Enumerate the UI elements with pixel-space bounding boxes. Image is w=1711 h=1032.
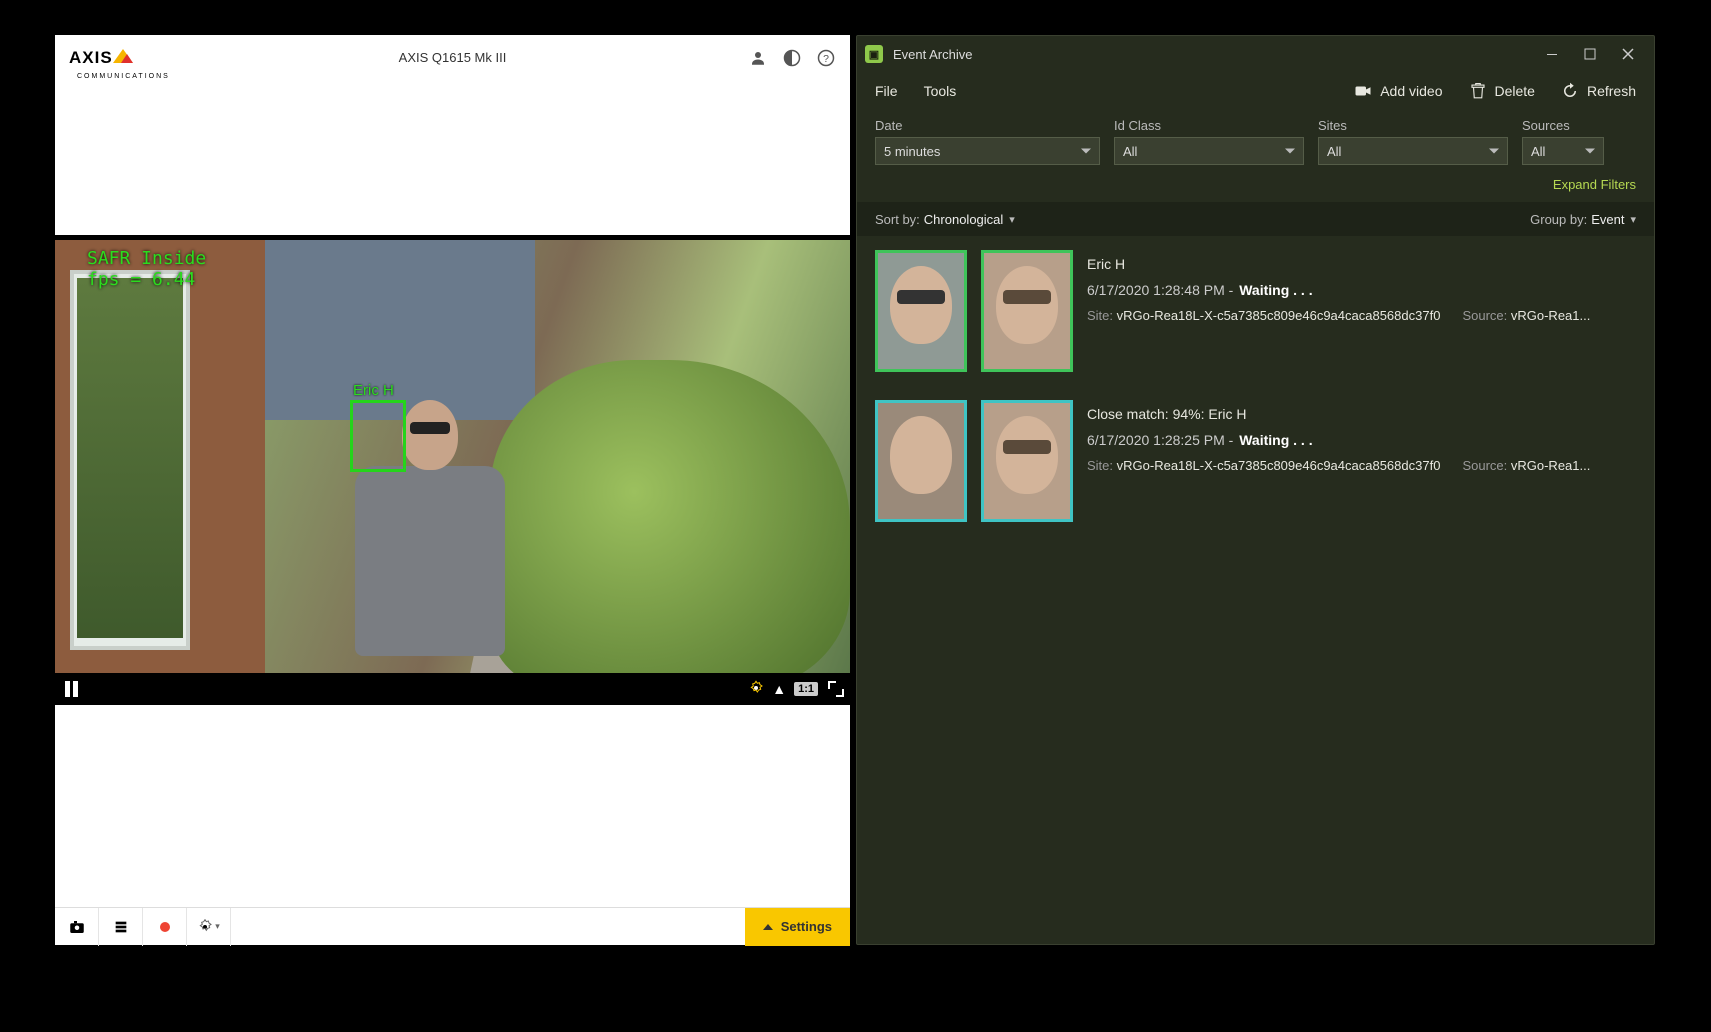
- menubar: File Tools Add video Delete Refresh: [857, 72, 1654, 110]
- minimize-button[interactable]: [1536, 40, 1568, 68]
- sort-by-value[interactable]: Chronological: [924, 212, 1004, 227]
- filter-date-label: Date: [875, 118, 1100, 133]
- event-source-key: Source:: [1462, 308, 1507, 323]
- filter-row: Date 5 minutes Id Class All Sites All So…: [857, 110, 1654, 169]
- event-thumbnail-reference[interactable]: [981, 400, 1073, 522]
- axis-blank-top: [55, 80, 850, 235]
- help-icon[interactable]: ?: [816, 48, 836, 68]
- live-video-feed[interactable]: Eric H SAFR Inside fps = 6.44: [55, 240, 850, 673]
- event-title: Eric H: [1087, 256, 1636, 272]
- video-controls-bar: ▲ 1:1: [55, 673, 850, 705]
- pause-button[interactable]: [61, 677, 82, 701]
- axis-logo-subtext: COMMUNICATIONS: [77, 73, 170, 80]
- camera-model-title: AXIS Q1615 Mk III: [399, 50, 507, 65]
- fullscreen-icon[interactable]: [828, 681, 844, 697]
- filter-idclass-label: Id Class: [1114, 118, 1304, 133]
- filter-date-dropdown[interactable]: 5 minutes: [875, 137, 1100, 165]
- scene-door-glass: [77, 278, 183, 638]
- add-video-button[interactable]: Add video: [1354, 82, 1442, 100]
- chevron-up-icon: [763, 924, 773, 930]
- refresh-button[interactable]: Refresh: [1561, 82, 1636, 100]
- user-icon[interactable]: [748, 48, 768, 68]
- filter-sources: Sources All: [1522, 118, 1604, 165]
- sort-by-label: Sort by:: [875, 212, 920, 227]
- event-title: Close match: 94%: Eric H: [1087, 406, 1636, 422]
- axis-logo: AXIS: [69, 48, 133, 68]
- menu-file[interactable]: File: [875, 83, 898, 99]
- menu-tools[interactable]: Tools: [924, 83, 957, 99]
- stream-settings-icon[interactable]: [748, 680, 764, 699]
- axis-camera-panel: AXIS COMMUNICATIONS AXIS Q1615 Mk III ?: [55, 35, 850, 945]
- event-thumbnail-captured[interactable]: [875, 400, 967, 522]
- scene-foliage: [490, 360, 850, 673]
- expand-up-icon[interactable]: ▲: [772, 681, 786, 697]
- filter-idclass: Id Class All: [1114, 118, 1304, 165]
- axis-footer-bar: ▾ Settings: [55, 907, 850, 945]
- delete-button[interactable]: Delete: [1469, 82, 1535, 100]
- filter-date: Date 5 minutes: [875, 118, 1100, 165]
- event-source-key: Source:: [1462, 458, 1507, 473]
- axis-header: AXIS COMMUNICATIONS AXIS Q1615 Mk III ?: [55, 35, 850, 80]
- chevron-down-icon[interactable]: ▾: [1630, 213, 1636, 226]
- filter-sources-label: Sources: [1522, 118, 1604, 133]
- event-timestamp: 6/17/2020 1:28:48 PM -: [1087, 282, 1233, 298]
- filter-sites-dropdown[interactable]: All: [1318, 137, 1508, 165]
- event-archive-window: ▣ Event Archive File Tools Add vi: [856, 35, 1655, 945]
- window-titlebar[interactable]: ▣ Event Archive: [857, 36, 1654, 72]
- filter-sites-label: Sites: [1318, 118, 1508, 133]
- event-source-value: vRGo-Rea1...: [1511, 458, 1590, 473]
- svg-text:?: ?: [823, 52, 829, 64]
- close-button[interactable]: [1612, 40, 1644, 68]
- sort-bar: Sort by: Chronological ▾ Group by: Event…: [857, 202, 1654, 236]
- filter-sites: Sites All: [1318, 118, 1508, 165]
- face-detection-label: Eric H: [353, 382, 394, 399]
- gear-button[interactable]: ▾: [187, 908, 231, 946]
- zoom-ratio-badge[interactable]: 1:1: [794, 682, 818, 696]
- record-icon: [160, 922, 170, 932]
- event-site-key: Site:: [1087, 308, 1113, 323]
- record-button[interactable]: [143, 908, 187, 946]
- event-row[interactable]: Close match: 94%: Eric H 6/17/2020 1:28:…: [875, 400, 1636, 522]
- add-video-label: Add video: [1380, 83, 1442, 99]
- contrast-icon[interactable]: [782, 48, 802, 68]
- event-thumbnail-captured[interactable]: [875, 250, 967, 372]
- event-list: Eric H 6/17/2020 1:28:48 PM - Waiting . …: [857, 236, 1654, 944]
- window-title: Event Archive: [893, 47, 973, 62]
- event-site-value: vRGo-Rea18L-X-c5a7385c809e46c9a4caca8568…: [1117, 308, 1441, 323]
- video-container: Eric H SAFR Inside fps = 6.44 ▲ 1:1: [55, 235, 850, 705]
- filter-sources-dropdown[interactable]: All: [1522, 137, 1604, 165]
- expand-filters-link[interactable]: Expand Filters: [857, 169, 1654, 202]
- delete-label: Delete: [1495, 83, 1535, 99]
- refresh-label: Refresh: [1587, 83, 1636, 99]
- event-status: Waiting . . .: [1239, 282, 1312, 298]
- scene-building-mid: [265, 240, 535, 420]
- event-site-value: vRGo-Rea18L-X-c5a7385c809e46c9a4caca8568…: [1117, 458, 1441, 473]
- event-timestamp: 6/17/2020 1:28:25 PM -: [1087, 432, 1233, 448]
- axis-logo-triangle-red: [121, 54, 133, 63]
- video-overlay-stats: SAFR Inside fps = 6.44: [87, 248, 206, 290]
- group-by-label: Group by:: [1530, 212, 1587, 227]
- event-status: Waiting . . .: [1239, 432, 1312, 448]
- maximize-button[interactable]: [1574, 40, 1606, 68]
- face-detection-box: [350, 400, 406, 472]
- chevron-down-icon[interactable]: ▾: [1009, 213, 1015, 226]
- snapshot-button[interactable]: [55, 908, 99, 946]
- event-row[interactable]: Eric H 6/17/2020 1:28:48 PM - Waiting . …: [875, 250, 1636, 372]
- storage-button[interactable]: [99, 908, 143, 946]
- event-thumbnail-reference[interactable]: [981, 250, 1073, 372]
- settings-label: Settings: [781, 919, 832, 934]
- event-source-value: vRGo-Rea1...: [1511, 308, 1590, 323]
- group-by-value[interactable]: Event: [1591, 212, 1624, 227]
- filter-idclass-dropdown[interactable]: All: [1114, 137, 1304, 165]
- settings-toggle[interactable]: Settings: [745, 908, 850, 946]
- event-site-key: Site:: [1087, 458, 1113, 473]
- axis-logo-text: AXIS: [69, 48, 113, 68]
- app-icon: ▣: [865, 45, 883, 63]
- axis-blank-bottom: [55, 705, 850, 907]
